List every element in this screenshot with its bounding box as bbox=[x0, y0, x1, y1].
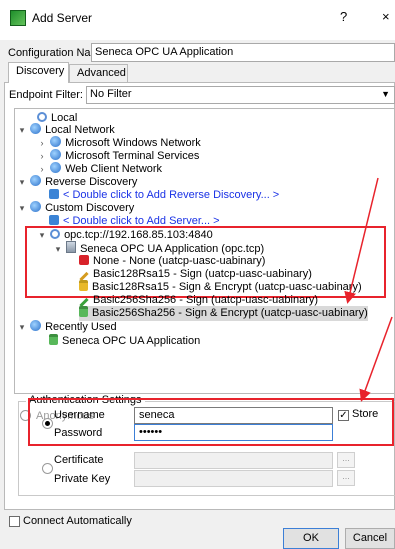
arrow-to-endpoint bbox=[344, 177, 379, 304]
tab-discovery[interactable]: Discovery bbox=[8, 62, 69, 83]
arrow-to-credentials bbox=[359, 316, 393, 402]
